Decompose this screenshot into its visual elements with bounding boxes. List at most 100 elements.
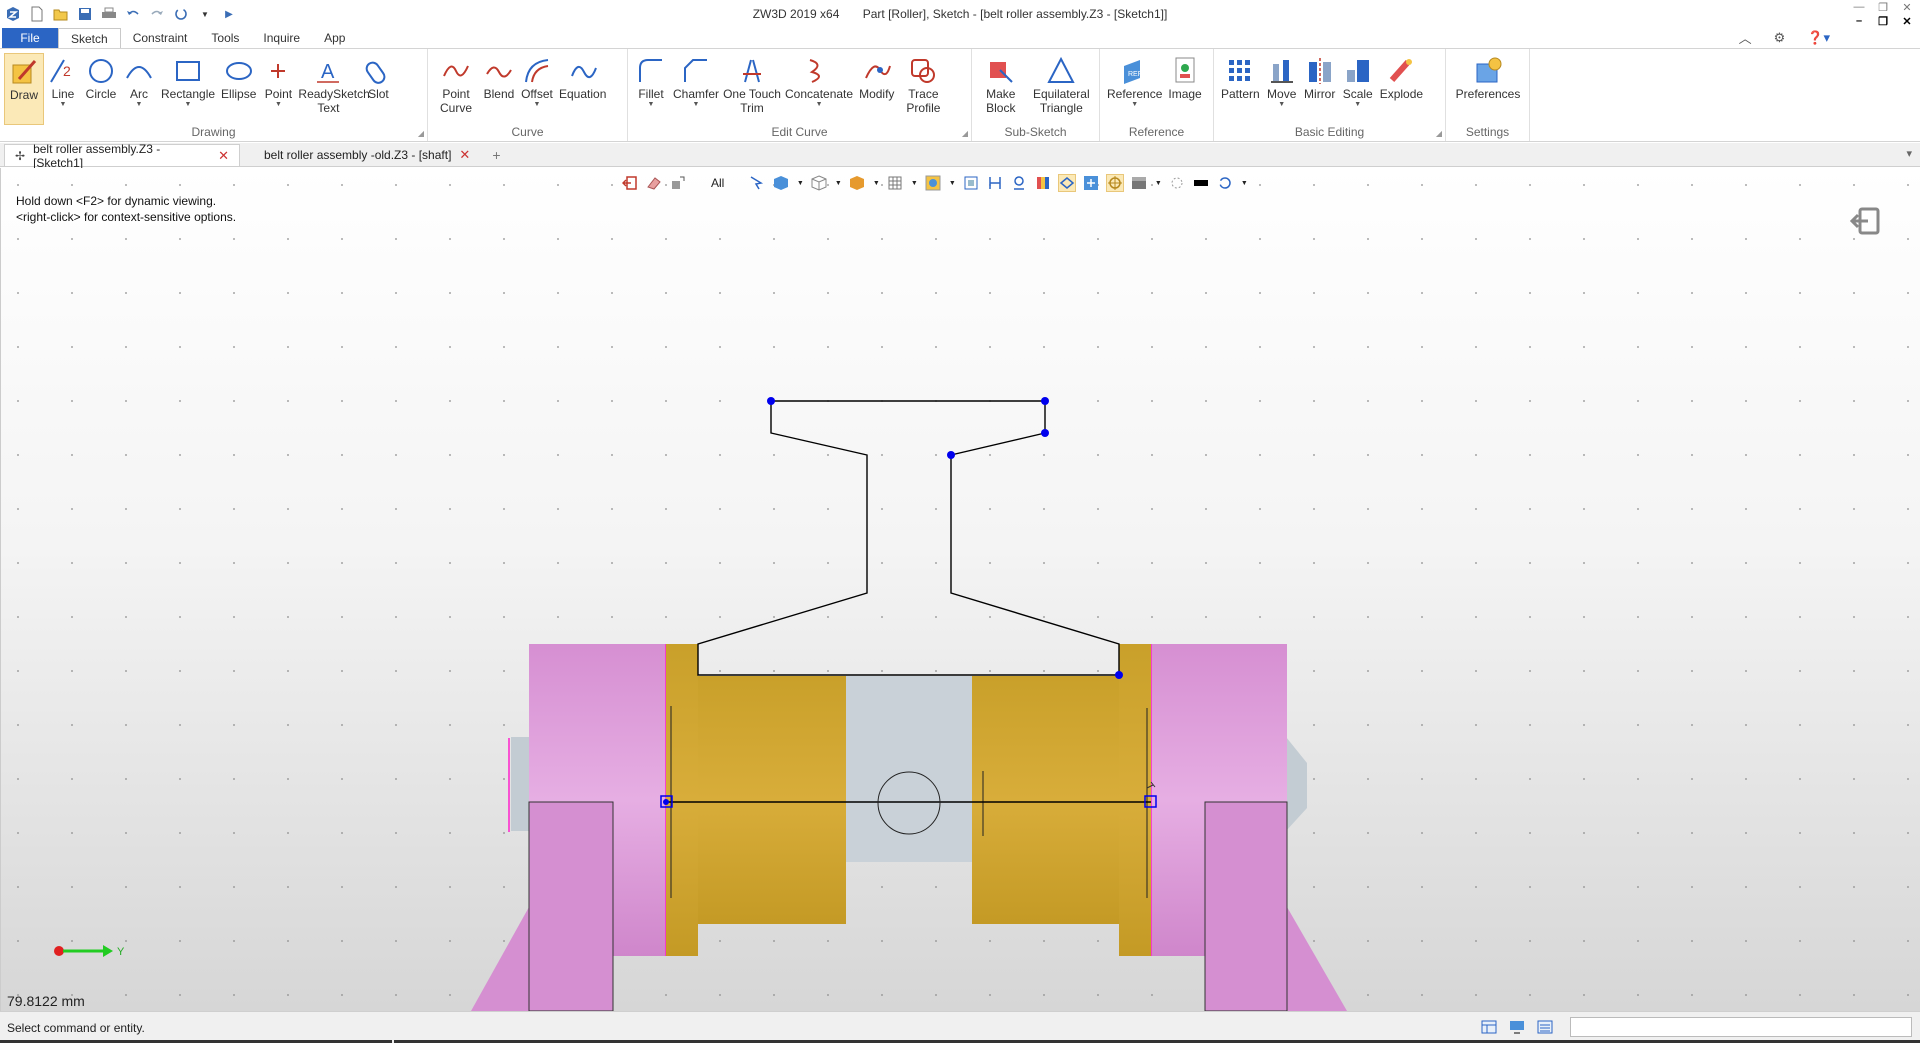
drawing-launcher-icon[interactable]: ◢ bbox=[418, 129, 424, 138]
modify-button[interactable]: Modify bbox=[856, 53, 897, 125]
zoom-box-icon[interactable] bbox=[962, 174, 980, 192]
tab-constraint[interactable]: Constraint bbox=[121, 28, 200, 48]
line-button[interactable]: 2 Line ▼ bbox=[44, 53, 82, 125]
doc-restore-icon[interactable]: ❐ bbox=[1876, 15, 1890, 28]
view-cube-icon[interactable] bbox=[772, 174, 790, 192]
equation-button[interactable]: Equation bbox=[556, 53, 609, 125]
reference-dropdown-icon[interactable]: ▼ bbox=[1131, 101, 1138, 109]
print-icon[interactable] bbox=[100, 5, 118, 23]
reference-button[interactable]: REF Reference ▼ bbox=[1104, 53, 1165, 125]
offset-dropdown-icon[interactable]: ▼ bbox=[534, 101, 541, 109]
pin-icon[interactable]: ✢ bbox=[15, 149, 25, 163]
move-button[interactable]: Move ▼ bbox=[1263, 53, 1301, 125]
list-icon[interactable] bbox=[1536, 1019, 1554, 1035]
select-arrow-icon[interactable] bbox=[748, 174, 766, 192]
open-file-icon[interactable] bbox=[52, 5, 70, 23]
model-scene[interactable] bbox=[1, 168, 1919, 1011]
point-dropdown-icon[interactable]: ▼ bbox=[275, 101, 282, 109]
readysketch-text-button[interactable]: A ReadySketch Text bbox=[297, 53, 369, 125]
target-icon[interactable] bbox=[1106, 174, 1125, 192]
point-curve-button[interactable]: Point Curve bbox=[432, 53, 480, 125]
tab-app[interactable]: App bbox=[312, 28, 357, 48]
snap-icon[interactable] bbox=[1082, 174, 1100, 192]
rotate-view-icon[interactable] bbox=[1216, 174, 1234, 192]
color-icon[interactable] bbox=[1034, 174, 1052, 192]
left-bracket[interactable] bbox=[528, 801, 614, 1011]
tab-inquire[interactable]: Inquire bbox=[251, 28, 312, 48]
chamfer-button[interactable]: Chamfer ▼ bbox=[670, 53, 722, 125]
render-dropdown-icon[interactable]: ▼ bbox=[948, 174, 956, 192]
restore-icon[interactable]: ❐ bbox=[1876, 1, 1890, 14]
rectangle-dropdown-icon[interactable]: ▼ bbox=[185, 101, 192, 109]
pick-filter-icon[interactable] bbox=[669, 174, 687, 192]
render-icon[interactable] bbox=[924, 174, 942, 192]
grid-icon[interactable] bbox=[886, 174, 904, 192]
exit-sketch-small-icon[interactable] bbox=[621, 174, 639, 192]
background-icon[interactable] bbox=[1192, 174, 1210, 192]
redo-icon[interactable] bbox=[148, 5, 166, 23]
graphics-viewport[interactable]: All ▼ ▼ ▼ ▼ ▼ ▼ ▼ Hold down <F2> for dyn… bbox=[0, 168, 1920, 1011]
concatenate-button[interactable]: Concatenate ▼ bbox=[782, 53, 856, 125]
minimize-icon[interactable]: — bbox=[1852, 1, 1866, 13]
trace-profile-button[interactable]: Trace Profile bbox=[897, 53, 949, 125]
arc-dropdown-icon[interactable]: ▼ bbox=[136, 101, 143, 109]
eraser-icon[interactable] bbox=[645, 174, 663, 192]
pick-filter-select[interactable]: All bbox=[711, 176, 724, 190]
slot-button[interactable]: Slot bbox=[359, 53, 397, 125]
fillet-button[interactable]: Fillet ▼ bbox=[632, 53, 670, 125]
exit-sketch-icon[interactable] bbox=[1850, 206, 1882, 236]
offset-button[interactable]: Offset ▼ bbox=[518, 53, 556, 125]
section-icon[interactable] bbox=[1130, 174, 1148, 192]
scale-button[interactable]: Scale ▼ bbox=[1339, 53, 1377, 125]
scale-dropdown-icon[interactable]: ▼ bbox=[1354, 101, 1361, 109]
tab-file[interactable]: File bbox=[2, 28, 58, 48]
wireframe-icon[interactable] bbox=[810, 174, 828, 192]
save-icon[interactable] bbox=[76, 5, 94, 23]
tab-tools[interactable]: Tools bbox=[199, 28, 251, 48]
shaft-left-end[interactable] bbox=[511, 737, 529, 831]
edit-curve-launcher-icon[interactable]: ◢ bbox=[962, 129, 968, 138]
equilateral-triangle-button[interactable]: Equilateral Triangle bbox=[1026, 53, 1097, 125]
doc-tab-close-icon[interactable]: ✕ bbox=[218, 148, 229, 164]
rectangle-button[interactable]: Rectangle ▼ bbox=[158, 53, 218, 125]
repeat-icon[interactable] bbox=[172, 5, 190, 23]
circle-button[interactable]: Circle bbox=[82, 53, 120, 125]
shaded-icon[interactable] bbox=[848, 174, 866, 192]
concatenate-dropdown-icon[interactable]: ▼ bbox=[816, 101, 823, 109]
line-dropdown-icon[interactable]: ▼ bbox=[60, 101, 67, 109]
image-button[interactable]: Image bbox=[1165, 53, 1204, 125]
right-flange[interactable] bbox=[1119, 644, 1151, 956]
basic-editing-launcher-icon[interactable]: ◢ bbox=[1436, 129, 1442, 138]
doc-tab-close-icon[interactable]: ✕ bbox=[459, 147, 470, 163]
one-touch-trim-button[interactable]: One Touch Trim bbox=[722, 53, 782, 125]
sketch-orient-icon[interactable] bbox=[1058, 174, 1077, 192]
new-file-icon[interactable] bbox=[28, 5, 46, 23]
undo-icon[interactable] bbox=[124, 5, 142, 23]
left-bearing[interactable] bbox=[698, 676, 846, 924]
point-button[interactable]: Point ▼ bbox=[259, 53, 297, 125]
move-dropdown-icon[interactable]: ▼ bbox=[1278, 101, 1285, 109]
make-block-button[interactable]: Make Block bbox=[976, 53, 1026, 125]
command-input[interactable] bbox=[1570, 1017, 1912, 1037]
pattern-button[interactable]: Pattern bbox=[1218, 53, 1263, 125]
layout-icon[interactable] bbox=[1480, 1019, 1498, 1035]
tab-sketch[interactable]: Sketch bbox=[58, 28, 121, 48]
section-dropdown-icon[interactable]: ▼ bbox=[1154, 174, 1162, 192]
mirror-button[interactable]: Mirror bbox=[1301, 53, 1339, 125]
grid-dropdown-icon[interactable]: ▼ bbox=[910, 174, 918, 192]
view-dropdown-icon[interactable]: ▼ bbox=[796, 174, 804, 192]
draw-button[interactable]: Draw bbox=[4, 53, 44, 125]
doc-close-icon[interactable]: ✕ bbox=[1900, 15, 1914, 28]
right-bearing[interactable] bbox=[972, 676, 1119, 924]
explode-button[interactable]: Explode bbox=[1377, 53, 1426, 125]
constraint-icon[interactable] bbox=[1010, 174, 1028, 192]
qat-dropdown-icon[interactable]: ▼ bbox=[196, 5, 214, 23]
dimension-icon[interactable] bbox=[986, 174, 1004, 192]
rotate-dropdown-icon[interactable]: ▼ bbox=[1240, 174, 1248, 192]
arc-button[interactable]: Arc ▼ bbox=[120, 53, 158, 125]
right-bracket[interactable] bbox=[1204, 801, 1288, 1011]
doc-tab-inactive[interactable]: belt roller assembly -old.Z3 - [shaft] ✕ bbox=[254, 144, 480, 166]
preferences-button[interactable]: Preferences bbox=[1450, 53, 1526, 125]
app-logo-icon[interactable] bbox=[4, 5, 22, 23]
display-dropdown-icon[interactable]: ▼ bbox=[834, 174, 842, 192]
